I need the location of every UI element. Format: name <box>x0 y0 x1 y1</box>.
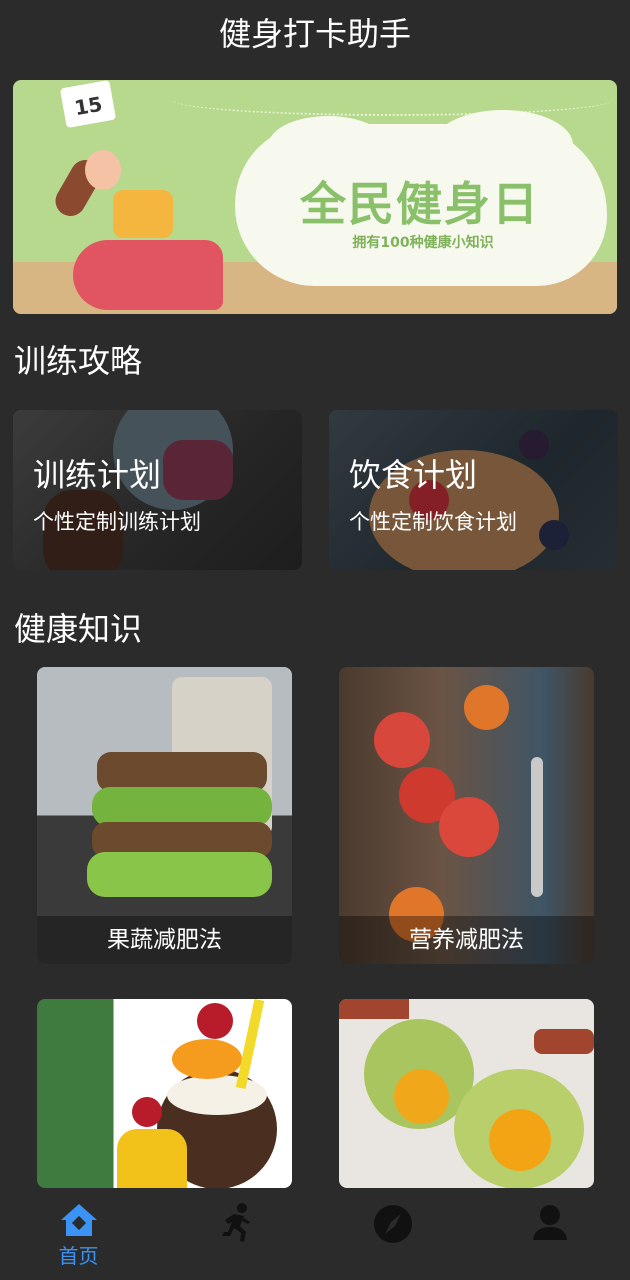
tile-caption: 营养减肥法 <box>339 916 594 964</box>
tile-photo-orange <box>464 685 509 730</box>
card-subtitle: 个性定制饮食计划 <box>349 510 517 534</box>
training-plan-card[interactable]: 训练计划 个性定制训练计划 <box>13 410 302 570</box>
tile-photo-lettuce <box>92 787 272 827</box>
card-title: 训练计划 <box>33 456 162 494</box>
illustration-head <box>85 150 121 190</box>
tab-training[interactable] <box>157 1188 314 1280</box>
illustration-top <box>113 190 173 238</box>
tile-photo-yolk <box>394 1069 449 1124</box>
tile-photo-pineapple <box>117 1129 187 1188</box>
home-icon <box>60 1204 97 1236</box>
user-icon <box>532 1205 567 1240</box>
health-tile-drink[interactable] <box>37 999 292 1188</box>
card-subtitle: 个性定制训练计划 <box>33 510 201 534</box>
tab-home-label: 首页 <box>58 1244 99 1268</box>
banner-title: 全民健身日 <box>300 177 540 231</box>
tile-photo-bacon <box>534 1029 594 1054</box>
illustration-body <box>73 240 223 310</box>
tab-discover[interactable] <box>314 1188 471 1280</box>
calendar-illustration: 15 <box>59 80 117 129</box>
tile-photo-cream <box>167 1075 267 1115</box>
tile-photo-cherry <box>197 1003 233 1039</box>
tab-bar: 首页 <box>0 1188 630 1280</box>
diet-plan-card[interactable]: 饮食计划 个性定制饮食计划 <box>329 410 618 570</box>
health-tile-nutrition[interactable]: 营养减肥法 <box>339 667 594 964</box>
banner-lights <box>173 84 613 116</box>
card-title: 饮食计划 <box>349 456 478 494</box>
banner-subtitle: 拥有100种健康小知识 <box>352 235 494 251</box>
banner[interactable]: 全民健身日 拥有100种健康小知识 15 <box>13 80 617 314</box>
tab-profile[interactable] <box>471 1188 628 1280</box>
health-tile-avocado[interactable] <box>339 999 594 1188</box>
tile-photo-knife <box>531 757 543 897</box>
tile-photo-cherry <box>132 1097 162 1127</box>
tile-photo-orange <box>374 712 430 768</box>
tab-home[interactable]: 首页 <box>0 1188 157 1280</box>
compass-icon <box>373 1205 412 1243</box>
health-tile-fruit-veg[interactable]: 果蔬减肥法 <box>37 667 292 964</box>
section-title-health: 健康知识 <box>14 610 143 648</box>
tile-photo-bacon <box>339 999 409 1019</box>
tile-photo-yolk <box>489 1109 551 1171</box>
tile-photo-bread <box>97 752 267 792</box>
tile-photo-lettuce <box>87 852 272 897</box>
tile-caption: 果蔬减肥法 <box>37 916 292 964</box>
banner-cloud <box>268 116 388 176</box>
tile-photo-straw <box>235 999 265 1090</box>
section-title-training: 训练攻略 <box>14 342 143 380</box>
tile-photo-orange-slice <box>172 1039 242 1079</box>
tile-photo-orange <box>439 797 499 857</box>
app-title: 健身打卡助手 <box>218 15 411 53</box>
running-icon <box>221 1203 250 1242</box>
